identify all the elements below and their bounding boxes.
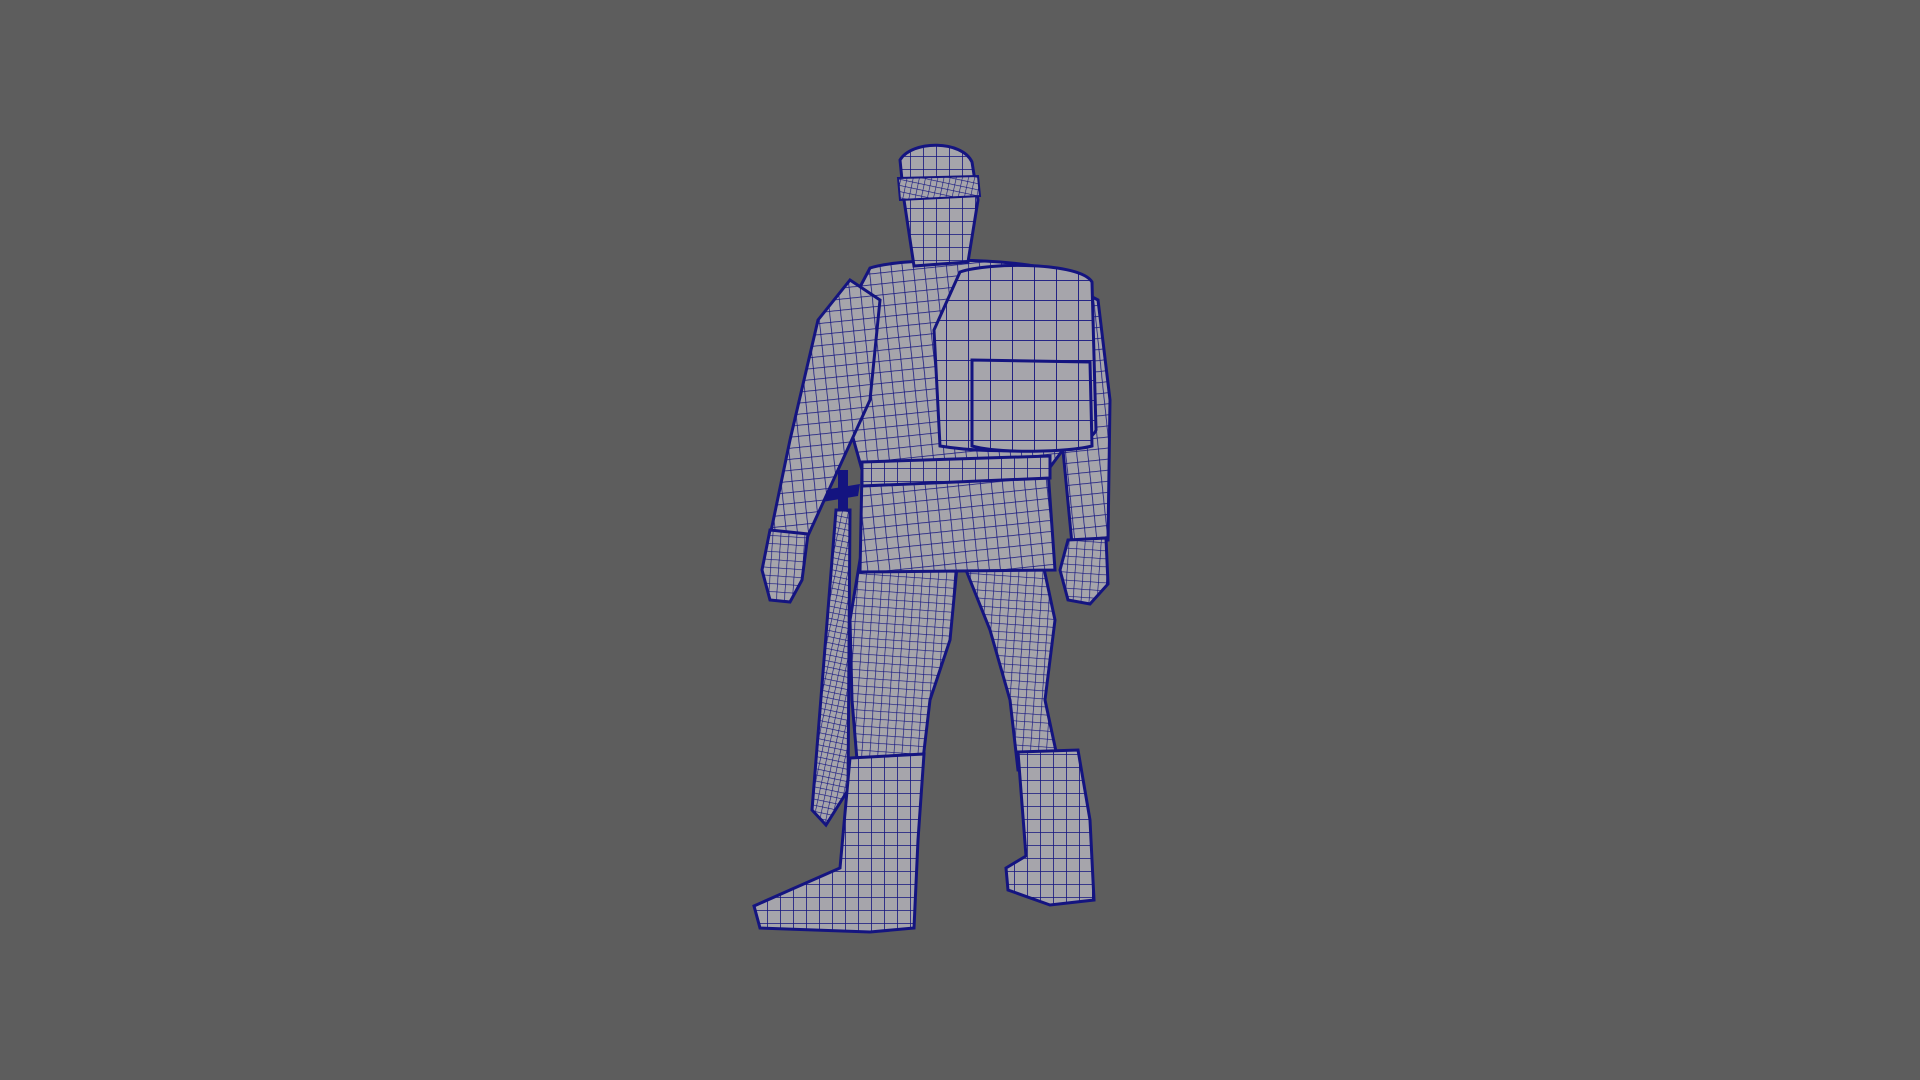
- model-part-right-boot[interactable]: [1004, 748, 1096, 907]
- model-part-right-leg[interactable]: [955, 548, 1062, 772]
- 3d-viewport[interactable]: [0, 0, 1920, 1080]
- model-part-backpack-pocket[interactable]: [970, 358, 1094, 453]
- character-model[interactable]: [752, 143, 1112, 934]
- model-part-left-leg[interactable]: [848, 554, 960, 774]
- model-part-helmet[interactable]: [896, 143, 982, 268]
- viewport-canvas[interactable]: [0, 0, 1920, 1080]
